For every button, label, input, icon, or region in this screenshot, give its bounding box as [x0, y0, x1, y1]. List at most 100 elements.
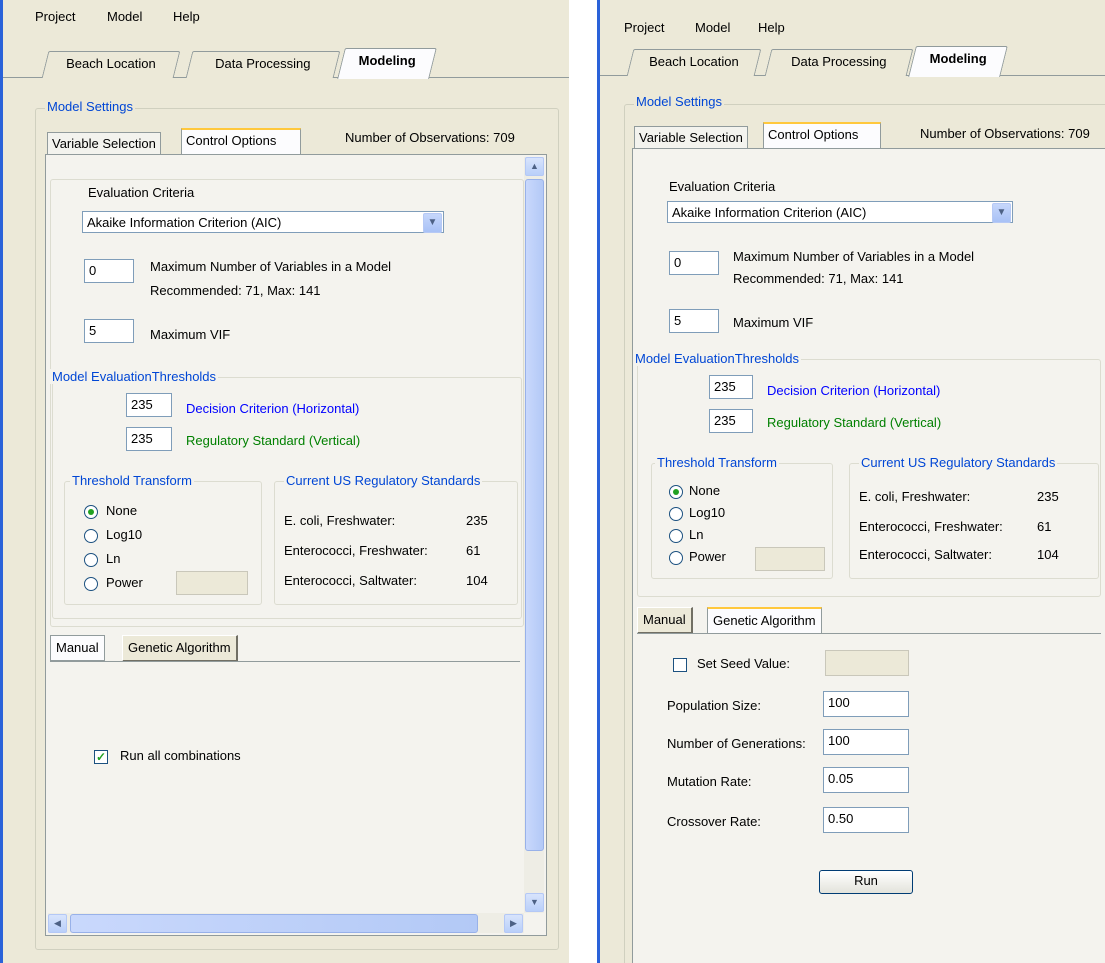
- scroll-down-icon[interactable]: ▼: [525, 893, 544, 912]
- vertical-scroll-thumb[interactable]: [525, 179, 544, 851]
- observations-count: Number of Observations: 709: [345, 130, 515, 145]
- crossover-input[interactable]: 0.50: [823, 807, 909, 833]
- manual-page: ✓ Run all combinations: [50, 661, 520, 894]
- model-settings-title: Model Settings: [45, 99, 135, 114]
- standard-value: 104: [1037, 547, 1059, 562]
- decision-criterion-input[interactable]: 235: [709, 375, 753, 399]
- evaluation-criteria-label: Evaluation Criteria: [88, 185, 195, 200]
- standard-name: Enterococci, Saltwater:: [859, 547, 992, 562]
- main-tab-strip: Beach Location Data Processing Modeling: [3, 47, 569, 79]
- max-variables-label: Maximum Number of Variables in a Model: [733, 249, 975, 264]
- menu-help[interactable]: Help: [758, 20, 785, 35]
- menu-project[interactable]: Project: [624, 20, 664, 35]
- decision-criterion-input[interactable]: 235: [126, 393, 172, 417]
- radio-none-label: None: [106, 503, 138, 518]
- run-all-checkbox[interactable]: ✓: [94, 750, 108, 764]
- menu-bar: Project Model Help: [600, 0, 1105, 35]
- standard-value: 235: [466, 513, 488, 528]
- crossover-label: Crossover Rate:: [667, 814, 761, 829]
- menu-help[interactable]: Help: [173, 9, 200, 24]
- evaluation-criteria-select[interactable]: Akaike Information Criterion (AIC) ▼: [82, 211, 444, 233]
- radio-ln[interactable]: [669, 529, 683, 543]
- radio-power-label: Power: [689, 549, 726, 564]
- standard-value: 61: [466, 543, 481, 558]
- menu-model[interactable]: Model: [695, 20, 730, 35]
- standard-name: Enterococci, Freshwater:: [284, 543, 428, 558]
- threshold-transform-title: Threshold Transform: [655, 455, 779, 470]
- max-vif-input[interactable]: 5: [84, 319, 134, 343]
- tab-beach-location[interactable]: Beach Location: [41, 51, 181, 78]
- max-variables-input[interactable]: 0: [84, 259, 134, 283]
- threshold-transform-title: Threshold Transform: [70, 473, 194, 488]
- generations-label: Number of Generations:: [667, 736, 806, 751]
- chevron-down-icon[interactable]: ▼: [992, 203, 1011, 223]
- radio-none[interactable]: [84, 505, 98, 519]
- tab-manual[interactable]: Manual: [637, 607, 693, 634]
- seed-label: Set Seed Value:: [697, 656, 790, 671]
- tab-label: Modeling: [359, 53, 417, 68]
- tab-genetic-algorithm[interactable]: Genetic Algorithm: [707, 607, 822, 634]
- standard-name: Enterococci, Saltwater:: [284, 573, 417, 588]
- tab-modeling[interactable]: Modeling: [908, 46, 1008, 77]
- horizontal-scroll-thumb[interactable]: [70, 914, 478, 933]
- radio-ln-label: Ln: [106, 551, 121, 566]
- vertical-scrollbar[interactable]: ▲ ▼: [524, 157, 544, 913]
- seed-checkbox[interactable]: [673, 658, 687, 672]
- tab-modeling[interactable]: Modeling: [337, 48, 437, 79]
- tab-variable-selection[interactable]: Variable Selection: [634, 126, 748, 149]
- radio-log10[interactable]: [669, 507, 683, 521]
- tab-beach-location[interactable]: Beach Location: [626, 49, 762, 76]
- mutation-input[interactable]: 0.05: [823, 767, 909, 793]
- regulatory-standard-input[interactable]: 235: [709, 409, 753, 433]
- horizontal-scrollbar[interactable]: ◀ ▶: [48, 913, 524, 933]
- standard-value: 235: [1037, 489, 1059, 504]
- max-vif-input[interactable]: 5: [669, 309, 719, 333]
- standard-name: E. coli, Freshwater:: [284, 513, 396, 528]
- chevron-down-icon[interactable]: ▼: [423, 213, 442, 233]
- population-input[interactable]: 100: [823, 691, 909, 717]
- max-vif-label: Maximum VIF: [733, 315, 814, 330]
- genetic-algorithm-page: Set Seed Value: Population Size: 100 Num…: [637, 633, 1101, 963]
- tab-control-options[interactable]: Control Options: [763, 122, 881, 149]
- radio-none[interactable]: [669, 485, 683, 499]
- radio-power[interactable]: [84, 577, 98, 591]
- standard-value: 104: [466, 573, 488, 588]
- scroll-left-icon[interactable]: ◀: [48, 914, 67, 933]
- tab-label: Data Processing: [215, 56, 311, 71]
- left-window: Project Model Help Beach Location Data P…: [0, 0, 569, 963]
- regulatory-standard-input[interactable]: 235: [126, 427, 172, 451]
- main-tab-strip: Beach Location Data Processing Modeling: [600, 45, 1105, 77]
- standard-name: E. coli, Freshwater:: [859, 489, 971, 504]
- right-window: Project Model Help Beach Location Data P…: [597, 0, 1105, 963]
- max-variables-recommended: Recommended: 71, Max: 141: [733, 271, 904, 286]
- seed-input[interactable]: [825, 650, 909, 676]
- radio-ln[interactable]: [84, 553, 98, 567]
- scroll-up-icon[interactable]: ▲: [525, 157, 544, 176]
- radio-log10[interactable]: [84, 529, 98, 543]
- evaluation-criteria-select[interactable]: Akaike Information Criterion (AIC) ▼: [667, 201, 1013, 223]
- generations-input[interactable]: 100: [823, 729, 909, 755]
- menu-project[interactable]: Project: [35, 9, 75, 24]
- run-button[interactable]: Run: [819, 870, 913, 894]
- tab-genetic-algorithm[interactable]: Genetic Algorithm: [122, 635, 238, 662]
- standard-name: Enterococci, Freshwater:: [859, 519, 1003, 534]
- control-options-page: Evaluation Criteria Akaike Information C…: [45, 154, 547, 936]
- tab-data-processing[interactable]: Data Processing: [185, 51, 341, 78]
- power-value-input[interactable]: [755, 547, 825, 571]
- scroll-right-icon[interactable]: ▶: [504, 914, 523, 933]
- decision-criterion-label: Decision Criterion (Horizontal): [186, 401, 360, 416]
- tab-variable-selection[interactable]: Variable Selection: [47, 132, 161, 155]
- observations-count: Number of Observations: 709: [920, 126, 1090, 141]
- tab-manual[interactable]: Manual: [50, 635, 105, 661]
- radio-power[interactable]: [669, 551, 683, 565]
- power-value-input[interactable]: [176, 571, 248, 595]
- tab-control-options[interactable]: Control Options: [181, 128, 301, 155]
- menu-bar: Project Model Help: [3, 0, 569, 30]
- control-options-page: Evaluation Criteria Akaike Information C…: [632, 148, 1105, 963]
- standard-value: 61: [1037, 519, 1052, 534]
- menu-model[interactable]: Model: [107, 9, 142, 24]
- max-variables-input[interactable]: 0: [669, 251, 719, 275]
- radio-log10-label: Log10: [106, 527, 143, 542]
- tab-data-processing[interactable]: Data Processing: [764, 49, 914, 76]
- run-all-label: Run all combinations: [120, 748, 241, 763]
